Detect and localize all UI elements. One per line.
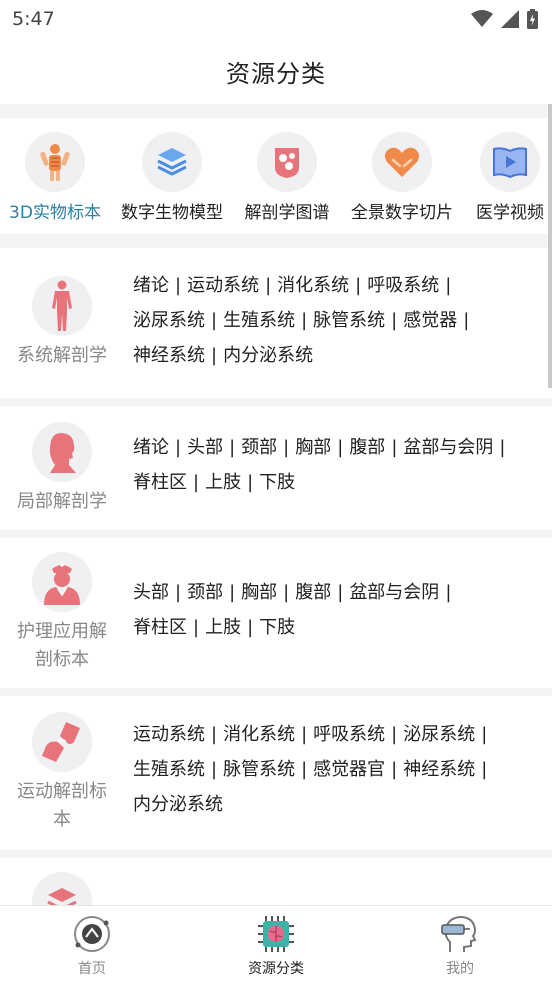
category-digital-model[interactable]: 数字生物模型 — [112, 132, 232, 223]
category-label: 数字生物模型 — [121, 203, 223, 223]
section-icon-circle[interactable] — [32, 422, 92, 482]
link-item[interactable]: 神经系统 — [403, 759, 475, 780]
head-profile-icon — [49, 433, 76, 473]
section-systematic-anatomy: 系统解剖学 绪论 | 运动系统 | 消化系统 | 呼吸系统 | 泌尿系统 | 生殖系统 | 脉管系统 |… — [0, 248, 552, 398]
section-icon-circle[interactable] — [32, 872, 92, 905]
section-name: 护理应用解剖标本 — [17, 621, 107, 670]
section-partial — [0, 858, 552, 905]
category-label: 3D实物标本 — [9, 203, 101, 223]
tab-mine[interactable]: 我的 — [400, 914, 520, 978]
app-header: 资源分类 — [0, 38, 552, 104]
tab-label: 资源分类 — [248, 961, 304, 977]
link-item[interactable]: 胸部 — [241, 582, 277, 603]
battery-icon — [527, 9, 538, 29]
tab-label: 首页 — [78, 961, 106, 977]
category-3d-specimen[interactable]: 3D实物标本 — [0, 132, 115, 223]
link-item[interactable]: 下肢 — [259, 617, 295, 638]
link-item[interactable]: 运动系统 — [187, 275, 259, 296]
heart-hands-icon — [384, 147, 420, 177]
category-bar: 3D实物标本 数字生物模型 解剖学图谱 全景数字切片 医学视频 — [0, 118, 552, 234]
link-item[interactable]: 腹部 — [295, 582, 331, 603]
layers-icon — [157, 148, 187, 176]
page-title: 资源分类 — [226, 59, 326, 88]
link-item[interactable]: 胸部 — [295, 437, 331, 458]
link-item[interactable]: 呼吸系统 — [313, 724, 385, 745]
link-item[interactable]: 脊柱区 — [133, 472, 187, 493]
anatomy-model-icon — [40, 144, 70, 181]
tab-home[interactable]: 首页 — [32, 914, 152, 978]
bottom-tab-bar: 首页 资源分类 我的 — [0, 905, 552, 984]
section-name: 运动解剖标本 — [17, 781, 107, 830]
link-item[interactable]: 呼吸系统 — [367, 275, 439, 296]
section-regional-anatomy: 局部解剖学 绪论 | 头部 | 颈部 | 胸部 | 腹部 | 盆部与会阴 | 脊柱区 | 上肢 | 下肢 — [0, 406, 552, 530]
section-links: 头部 | 颈部 | 胸部 | 腹部 | 盆部与会阴 | 脊柱区 | 上肢 | 下肢 — [133, 582, 452, 638]
link-item[interactable]: 感觉器 — [403, 310, 457, 331]
tab-resources[interactable]: 资源分类 — [216, 914, 336, 978]
signal-icon — [501, 10, 519, 28]
nurse-icon — [44, 563, 80, 605]
tab-label: 我的 — [446, 961, 474, 977]
status-time: 5:47 — [12, 8, 55, 30]
home-logo-icon — [74, 916, 110, 952]
vr-head-icon — [441, 915, 477, 952]
link-item[interactable]: 上肢 — [205, 617, 241, 638]
link-item[interactable]: 绪论 — [133, 275, 169, 296]
section-name: 系统解剖学 — [17, 345, 107, 366]
section-links: 运动系统 | 消化系统 | 呼吸系统 | 泌尿系统 | 生殖系统 | 脉管系统 | 感觉器官 | 神经系统… — [133, 724, 488, 815]
link-item[interactable]: 泌尿系统 — [403, 724, 475, 745]
link-item[interactable]: 生殖系统 — [133, 759, 205, 780]
section-links: 绪论 | 头部 | 颈部 | 胸部 | 腹部 | 盆部与会阴 | 脊柱区 | 上肢 | 下肢 — [133, 437, 506, 493]
section-nursing-anatomy: 护理应用解剖标本 头部 | 颈部 | 胸部 | 腹部 | 盆部与会阴 | 脊柱区 | 上肢 | 下肢 — [0, 538, 552, 688]
category-medical-video[interactable]: 医学视频 — [450, 132, 552, 223]
link-item[interactable]: 内分泌系统 — [133, 794, 223, 815]
category-label: 解剖学图谱 — [244, 203, 330, 223]
link-item[interactable]: 运动系统 — [133, 724, 205, 745]
link-item[interactable]: 消化系统 — [223, 724, 295, 745]
link-item[interactable]: 脉管系统 — [223, 759, 295, 780]
section-links: 绪论 | 运动系统 | 消化系统 | 呼吸系统 | 泌尿系统 | 生殖系统 | 脉管系统 | 感觉器 | 神… — [133, 275, 470, 366]
link-item[interactable]: 颈部 — [241, 437, 277, 458]
wifi-icon — [471, 10, 493, 27]
atlas-icon — [275, 148, 299, 178]
section-sports-anatomy: 运动解剖标本 运动系统 | 消化系统 | 呼吸系统 | 泌尿系统 | 生殖系统 | 脉管系统 | 感觉… — [0, 696, 552, 850]
link-item[interactable]: 脊柱区 — [133, 617, 187, 638]
link-item[interactable]: 盆部与会阴 — [349, 582, 439, 603]
section-name: 局部解剖学 — [17, 491, 107, 512]
link-item[interactable]: 内分泌系统 — [223, 345, 313, 366]
link-item[interactable]: 脉管系统 — [313, 310, 385, 331]
category-label: 全景数字切片 — [351, 203, 453, 223]
stack-icon — [47, 888, 77, 905]
link-item[interactable]: 下肢 — [259, 472, 295, 493]
link-item[interactable]: 腹部 — [349, 437, 385, 458]
category-label: 医学视频 — [476, 203, 544, 223]
category-anatomy-atlas[interactable]: 解剖学图谱 — [227, 132, 347, 223]
section-icon-circle[interactable] — [32, 552, 92, 612]
link-item[interactable]: 神经系统 — [133, 345, 205, 366]
link-item[interactable]: 头部 — [133, 582, 169, 603]
link-item[interactable]: 生殖系统 — [223, 310, 295, 331]
link-item[interactable]: 感觉器官 — [313, 759, 385, 780]
link-item[interactable]: 泌尿系统 — [133, 310, 205, 331]
link-item[interactable]: 头部 — [187, 437, 223, 458]
video-book-icon — [493, 147, 527, 179]
brain-chip-icon — [258, 916, 294, 952]
category-panoramic-slice[interactable]: 全景数字切片 — [342, 132, 462, 223]
link-item[interactable]: 绪论 — [133, 437, 169, 458]
link-item[interactable]: 上肢 — [205, 472, 241, 493]
status-bar: 5:47 — [0, 0, 552, 38]
link-item[interactable]: 盆部与会阴 — [403, 437, 493, 458]
scrollbar[interactable] — [548, 104, 552, 388]
joint-icon — [42, 722, 80, 762]
link-item[interactable]: 消化系统 — [277, 275, 349, 296]
section-icon-circle[interactable] — [32, 276, 92, 336]
human-body-icon — [52, 280, 72, 331]
link-item[interactable]: 颈部 — [187, 582, 223, 603]
section-icon-circle[interactable] — [32, 712, 92, 772]
